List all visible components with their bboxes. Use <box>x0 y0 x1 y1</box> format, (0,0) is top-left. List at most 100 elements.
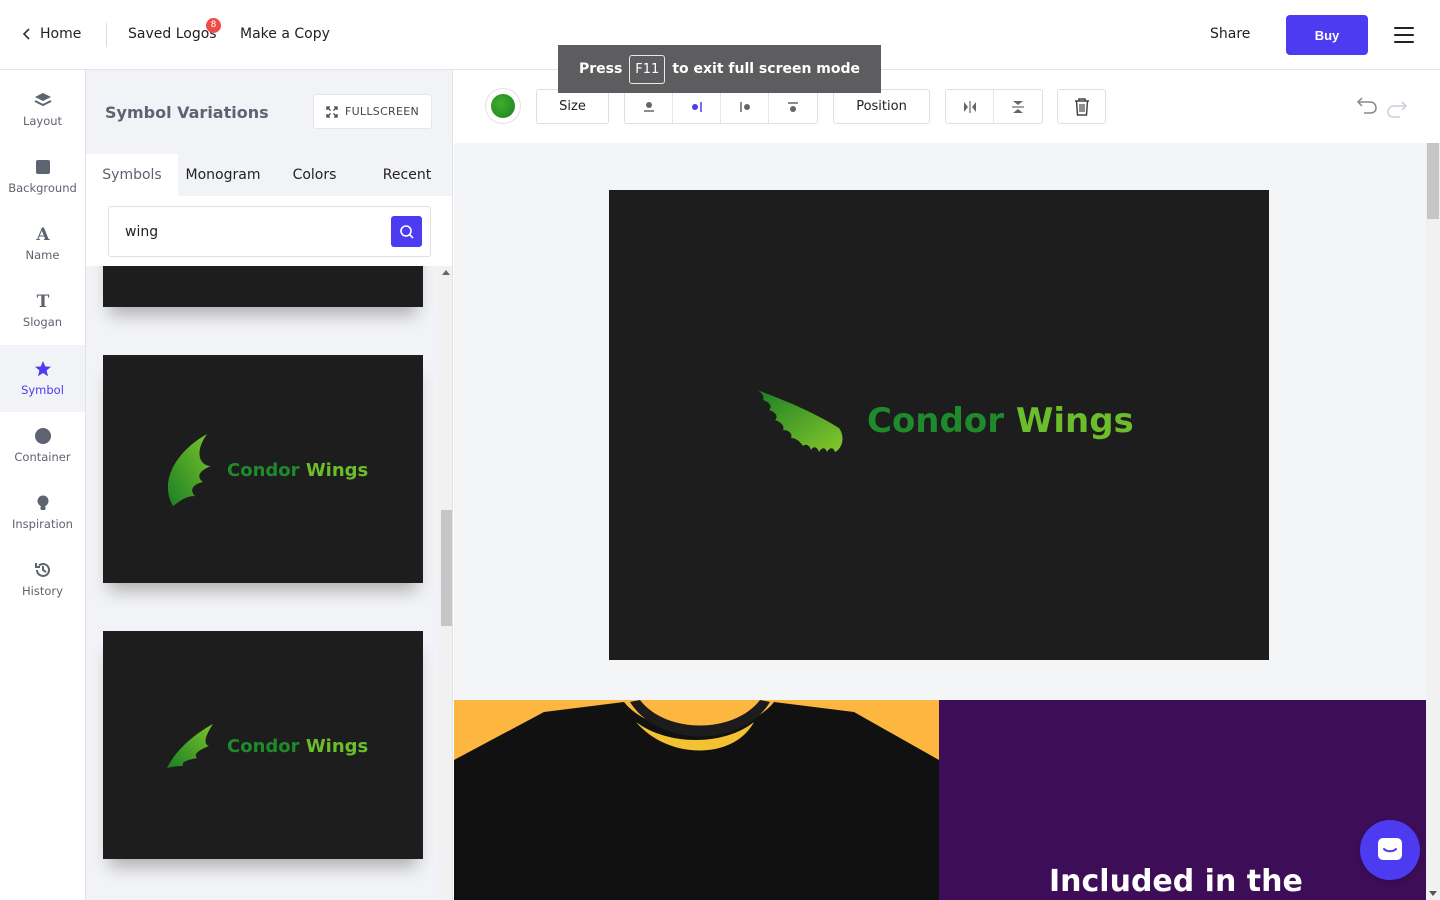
nav-label: History <box>22 584 63 598</box>
flip-horizontal-icon <box>963 100 976 113</box>
thin-wing-icon <box>167 724 213 768</box>
position-button[interactable]: Position <box>833 89 930 124</box>
card-name-part2: Wings <box>305 735 369 757</box>
align-right-button[interactable] <box>673 90 721 123</box>
symbol-card[interactable] <box>103 266 423 307</box>
main-scrollbar[interactable] <box>1426 143 1440 900</box>
toast-prefix: Press <box>578 61 623 77</box>
star-icon <box>34 361 51 377</box>
align-bottom-icon <box>788 101 798 112</box>
nav-item-layout[interactable]: Layout <box>0 76 85 143</box>
tab-recent[interactable]: Recent <box>361 154 452 196</box>
history-icon <box>34 562 50 577</box>
letter-t-icon: T <box>36 292 49 310</box>
flip-vertical-icon <box>1012 100 1024 113</box>
card-logo: Condor Wings <box>165 432 368 508</box>
nav-label: Background <box>8 181 77 195</box>
tab-colors[interactable]: Colors <box>268 154 361 196</box>
align-left-icon <box>739 101 750 112</box>
circle-icon <box>34 428 51 444</box>
lightbulb-icon <box>37 495 48 510</box>
toast-key: F11 <box>629 54 666 84</box>
card-logo: Condor Wings <box>165 722 368 770</box>
included-promo-panel: Included in the <box>939 700 1426 900</box>
square-icon <box>35 160 50 174</box>
undo-icon[interactable] <box>1356 94 1378 116</box>
nav-item-container[interactable]: Container <box>0 412 85 479</box>
nav-label: Symbol <box>21 383 64 397</box>
align-right-icon <box>691 101 702 112</box>
nav-item-name[interactable]: A Name <box>0 210 85 277</box>
tshirt-mockup <box>454 700 939 900</box>
panel-title: Symbol Variations <box>105 103 269 122</box>
main-logo[interactable]: Condor Wings <box>755 388 1134 454</box>
search-button[interactable] <box>391 216 422 247</box>
fullscreen-label: FULLSCREEN <box>344 105 420 118</box>
wing-icon[interactable] <box>755 388 845 454</box>
share-button[interactable]: Share <box>1210 26 1250 42</box>
saved-count-badge: 8 <box>206 18 221 33</box>
svg-text:A: A <box>35 225 50 243</box>
flip-vertical-button[interactable] <box>994 90 1042 123</box>
search-icon <box>399 224 414 239</box>
expand-icon <box>326 105 338 118</box>
nav-item-background[interactable]: Background <box>0 143 85 210</box>
align-top-button[interactable] <box>625 90 673 123</box>
home-link[interactable]: Home <box>22 26 81 42</box>
symbol-search-box <box>108 206 431 257</box>
symbol-card[interactable]: Condor Wings <box>103 355 423 583</box>
color-picker[interactable] <box>485 88 521 124</box>
delete-button[interactable] <box>1057 89 1106 124</box>
chat-icon <box>1378 838 1402 860</box>
redo-icon[interactable] <box>1386 98 1408 120</box>
align-top-icon <box>643 101 654 112</box>
symbol-results-list: Condor Wings Condor Wings <box>86 266 439 900</box>
main-scroll-thumb[interactable] <box>1427 143 1439 219</box>
fullscreen-toast: Press F11 to exit full screen mode <box>558 45 881 93</box>
nav-item-history[interactable]: History <box>0 546 85 613</box>
card-name-part2: Wings <box>305 459 369 481</box>
fullscreen-button[interactable]: FULLSCREEN <box>313 94 432 129</box>
home-label: Home <box>40 26 82 42</box>
nav-label: Slogan <box>22 315 63 329</box>
nav-label: Container <box>14 450 71 464</box>
hamburger-menu-icon[interactable] <box>1394 27 1414 43</box>
align-left-button[interactable] <box>721 90 769 123</box>
logo-canvas[interactable]: Condor Wings <box>609 190 1269 660</box>
logo-name-part2: Wings <box>1015 401 1134 441</box>
make-copy-link[interactable]: Make a Copy <box>240 26 330 42</box>
size-button[interactable]: Size <box>536 89 609 124</box>
promo-headline: Included in the <box>1049 864 1303 899</box>
left-nav: Layout Background A Name T Slogan Symbol… <box>0 70 86 900</box>
flip-group <box>945 89 1043 124</box>
search-area <box>86 196 452 266</box>
symbol-card[interactable]: Condor Wings <box>103 631 423 859</box>
nav-item-symbol[interactable]: Symbol <box>0 345 85 412</box>
align-bottom-button[interactable] <box>769 90 817 123</box>
editor-canvas-area: Condor Wings Included in the <box>454 143 1426 900</box>
card-name-part1: Condor <box>227 459 300 481</box>
panel-tabs: Symbols Monogram Colors Recent <box>86 154 452 196</box>
buy-button[interactable]: Buy <box>1286 15 1368 55</box>
divider <box>106 23 107 47</box>
layers-icon <box>34 93 51 107</box>
trash-icon <box>1074 97 1089 116</box>
tab-symbols[interactable]: Symbols <box>86 154 178 196</box>
tshirt-image <box>454 700 939 900</box>
scroll-up-arrow-icon[interactable] <box>442 270 450 275</box>
saved-logos-link[interactable]: Saved Logos <box>128 26 217 42</box>
nav-item-slogan[interactable]: T Slogan <box>0 277 85 344</box>
nav-label: Name <box>25 248 60 262</box>
logo-name-part1: Condor <box>867 401 1004 441</box>
tab-monogram[interactable]: Monogram <box>178 154 268 196</box>
nav-item-inspiration[interactable]: Inspiration <box>0 479 85 546</box>
symbol-variations-panel: Symbol Variations FULLSCREEN Symbols Mon… <box>86 70 453 900</box>
flip-horizontal-button[interactable] <box>946 90 994 123</box>
nav-label: Inspiration <box>12 517 73 531</box>
symbol-search-input[interactable] <box>125 219 375 245</box>
panel-scroll-thumb[interactable] <box>441 510 452 626</box>
nav-label: Layout <box>22 114 63 128</box>
scroll-down-arrow-icon[interactable] <box>1429 891 1437 896</box>
toast-suffix: to exit full screen mode <box>672 61 861 77</box>
chat-launcher-button[interactable] <box>1360 820 1420 880</box>
